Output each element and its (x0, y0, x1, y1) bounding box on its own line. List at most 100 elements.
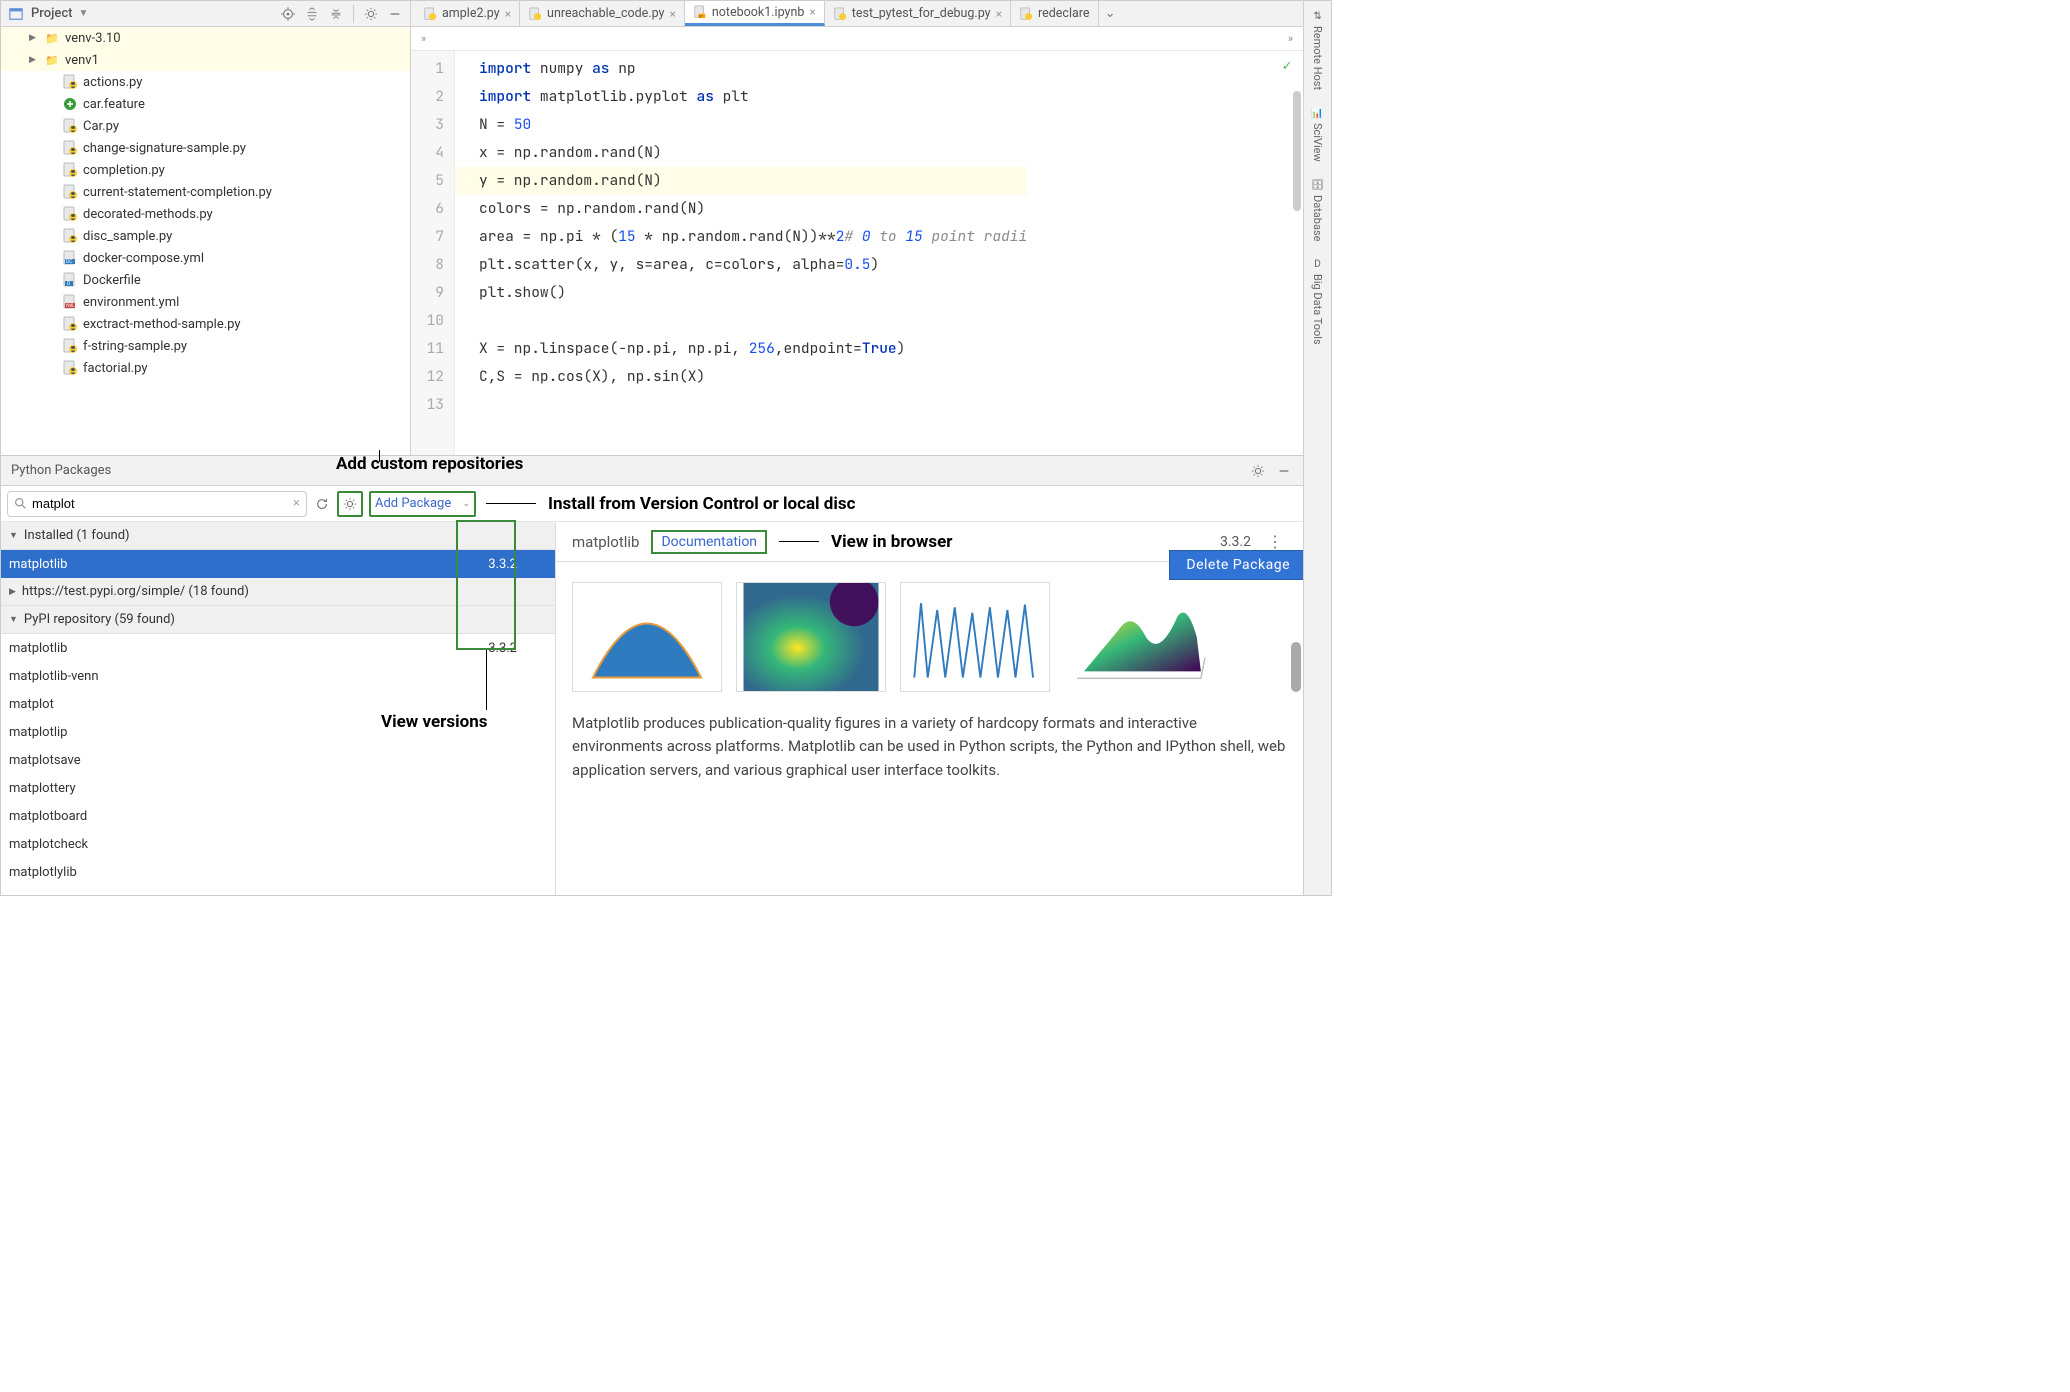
delete-package-menu-item[interactable]: Delete Package (1169, 550, 1303, 580)
close-icon[interactable]: × (505, 7, 511, 21)
reload-icon[interactable] (313, 495, 331, 513)
locate-icon[interactable] (279, 5, 297, 23)
package-row[interactable]: matplotlib-venn (1, 662, 555, 690)
package-name: matplotlib (572, 533, 639, 551)
package-row[interactable]: matplotcheck (1, 830, 555, 858)
tree-folder[interactable]: ▶📁venv1 (1, 49, 410, 71)
editor-tab[interactable]: ample2.py× (415, 1, 520, 26)
search-input[interactable] (32, 496, 288, 511)
python-file-icon (833, 7, 847, 21)
expand-all-icon[interactable] (303, 5, 321, 23)
dock-item[interactable]: 🗄Database (1309, 176, 1326, 245)
breadcrumb-chevrons: » (421, 32, 426, 45)
project-view-icon[interactable] (7, 5, 25, 23)
gear-icon[interactable] (362, 5, 380, 23)
packages-toolbar: × Add Package ⌄ Install from Version Con… (1, 486, 1303, 522)
package-version: 3.3.2 (1220, 534, 1251, 550)
breadcrumb-chevrons-right: » (1288, 32, 1293, 45)
tree-file[interactable]: actions.py (1, 71, 410, 93)
tree-file[interactable]: Car.py (1, 115, 410, 137)
svg-text:D: D (67, 281, 70, 287)
tree-file[interactable]: decorated-methods.py (1, 203, 410, 225)
package-row[interactable]: matplotlib3.3.2 (1, 634, 555, 662)
annotation-browser: View in browser (831, 532, 953, 552)
tabs-overflow-icon[interactable]: ⌄ (1099, 1, 1122, 26)
package-row[interactable]: matplotboard (1, 802, 555, 830)
python-packages-panel: Python Packages Add custom repositories … (1, 455, 1303, 895)
thumb-3d (1064, 582, 1214, 692)
tree-file[interactable]: factorial.py (1, 357, 410, 379)
project-title[interactable]: Project (31, 6, 72, 21)
tree-file[interactable]: YMLenvironment.yml (1, 291, 410, 313)
thumb-bell-curve (572, 582, 722, 692)
dock-item[interactable]: DBig Data Tools (1309, 255, 1326, 349)
close-icon[interactable]: × (809, 5, 815, 19)
editor-tab[interactable]: IPnotebook1.ipynb× (685, 1, 825, 26)
package-description-area: Matplotlib produces publication-quality … (556, 562, 1303, 802)
tree-file[interactable]: DDockerfile (1, 269, 410, 291)
tree-folder[interactable]: ▶📁venv-3.10 (1, 27, 410, 49)
editor-scrollbar[interactable] (1293, 91, 1301, 211)
package-row[interactable]: matplottery (1, 774, 555, 802)
minimize-icon[interactable] (386, 5, 404, 23)
tree-file[interactable]: current-statement-completion.py (1, 181, 410, 203)
project-dropdown-icon[interactable]: ▼ (78, 8, 88, 19)
annotation-install: Install from Version Control or local di… (548, 494, 855, 514)
package-section-header[interactable]: ▼Installed (1 found) (1, 522, 555, 550)
tree-file[interactable]: completion.py (1, 159, 410, 181)
packages-body: ▼Installed (1 found)matplotlib3.3.2▶http… (1, 522, 1303, 895)
editor-tab[interactable]: unreachable_code.py× (520, 1, 685, 26)
package-detail-header: matplotlib Documentation View in browser… (556, 522, 1303, 562)
editor-tabs: ample2.py×unreachable_code.py×IPnotebook… (411, 1, 1303, 27)
svg-text:DC: DC (66, 259, 73, 265)
packages-list[interactable]: ▼Installed (1 found)matplotlib3.3.2▶http… (1, 522, 556, 895)
tree-file[interactable]: car.feature (1, 93, 410, 115)
packages-title: Python Packages (11, 463, 111, 478)
python-file-icon (423, 7, 437, 21)
clear-icon[interactable]: × (293, 496, 300, 511)
python-file-icon: IP (693, 5, 707, 19)
search-icon (14, 497, 27, 510)
documentation-link[interactable]: Documentation (651, 530, 767, 554)
toolbar-separator (353, 5, 354, 23)
close-icon[interactable]: × (996, 7, 1002, 21)
svg-text:IP: IP (699, 13, 703, 18)
annotation-custom-repos: Add custom repositories (336, 454, 523, 474)
python-file-icon (528, 7, 542, 21)
dock-item[interactable]: ⇅Remote Host (1309, 7, 1326, 94)
package-row[interactable]: matplotsave (1, 746, 555, 774)
close-icon[interactable]: × (669, 7, 675, 21)
annotation-line (486, 503, 536, 504)
package-row[interactable]: matplotlib3.3.2 (1, 550, 555, 578)
right-dock: ⇅Remote Host 📊SciView 🗄Database DBig Data T… (1303, 1, 1331, 895)
settings-highlighted[interactable] (337, 491, 363, 517)
thumb-spikes (900, 582, 1050, 692)
tree-file[interactable]: DCdocker-compose.yml (1, 247, 410, 269)
package-section-header[interactable]: ▼PyPI repository (59 found) (1, 606, 555, 634)
package-search[interactable]: × (7, 491, 307, 517)
add-package-button[interactable]: Add Package ⌄ (369, 491, 476, 517)
minimize-icon[interactable] (1275, 462, 1293, 480)
python-file-icon (1019, 7, 1033, 21)
tree-file[interactable]: disc_sample.py (1, 225, 410, 247)
package-row[interactable]: matplotlylib (1, 858, 555, 886)
package-detail: matplotlib Documentation View in browser… (556, 522, 1303, 895)
svg-text:YML: YML (66, 303, 76, 309)
editor-tab[interactable]: test_pytest_for_debug.py× (825, 1, 1011, 26)
editor-tab[interactable]: redeclare (1011, 1, 1099, 26)
tree-file[interactable]: change-signature-sample.py (1, 137, 410, 159)
detail-scrollbar[interactable] (1291, 642, 1301, 692)
thumb-heatmap (736, 582, 886, 692)
breadcrumbs[interactable]: » » (411, 27, 1303, 51)
project-toolbar: Project ▼ (1, 1, 410, 27)
packages-header: Python Packages Add custom repositories (1, 456, 1303, 486)
kebab-icon[interactable]: ⋮ (1263, 532, 1287, 551)
check-icon: ✓ (1283, 57, 1291, 75)
dock-item[interactable]: 📊SciView (1309, 104, 1326, 166)
package-description: Matplotlib produces publication-quality … (572, 712, 1287, 782)
tree-file[interactable]: f-string-sample.py (1, 335, 410, 357)
gear-icon[interactable] (1249, 462, 1267, 480)
tree-file[interactable]: exctract-method-sample.py (1, 313, 410, 335)
collapse-all-icon[interactable] (327, 5, 345, 23)
package-section-header[interactable]: ▶https://test.pypi.org/simple/ (18 found… (1, 578, 555, 606)
